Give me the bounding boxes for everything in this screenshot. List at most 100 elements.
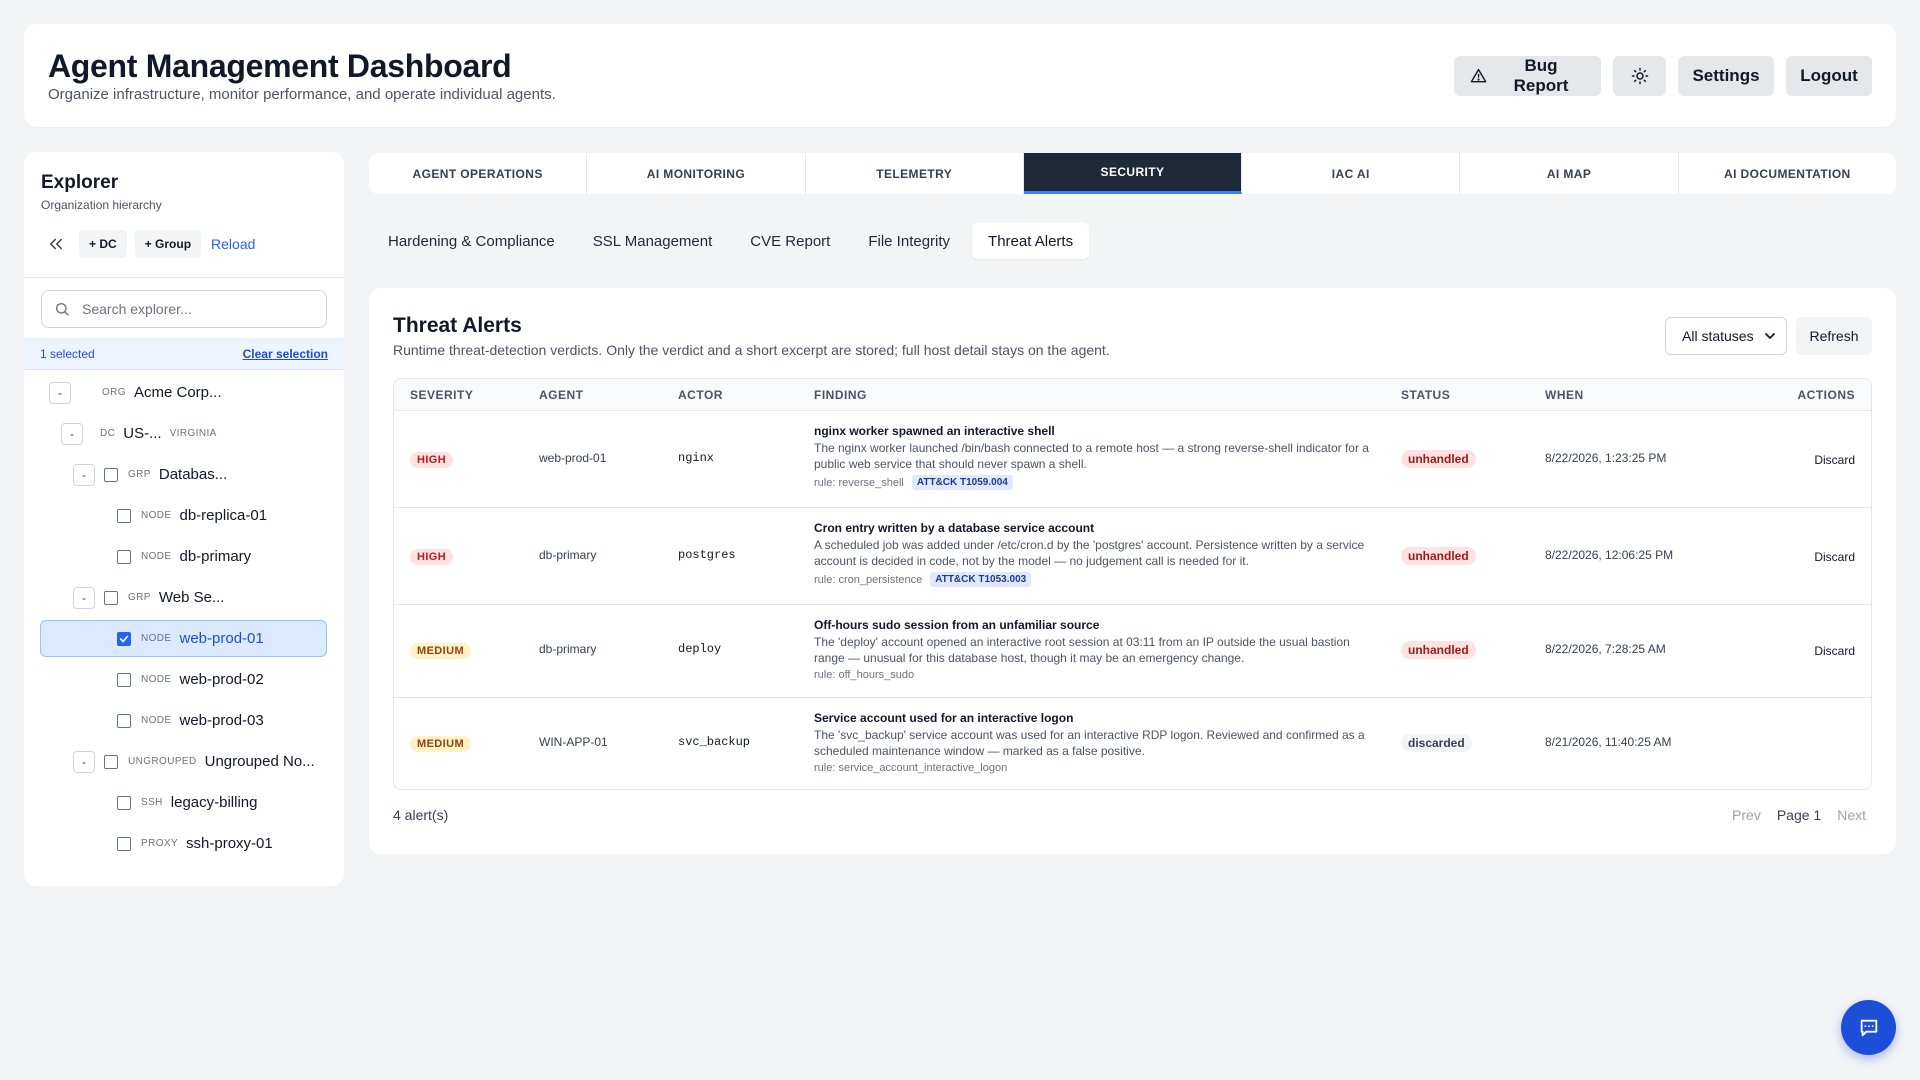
prev-page-button[interactable]: Prev — [1732, 807, 1761, 823]
table-row: MEDIUM WIN-APP-01 svc_backup Service acc… — [394, 698, 1871, 789]
when-cell: 8/22/2026, 1:23:25 PM — [1545, 451, 1667, 465]
finding-rule: rule: cron_persistence ATT&CK T1053.003 — [814, 572, 1374, 587]
discard-button[interactable]: Discard — [1814, 550, 1855, 564]
add-group-button[interactable]: + Group — [134, 230, 202, 258]
subtab-hardening-compliance[interactable]: Hardening & Compliance — [372, 223, 571, 259]
collapse-toggle[interactable]: - — [49, 381, 71, 404]
collapse-sidebar-button[interactable] — [41, 230, 71, 258]
selected-count: 1 selected — [40, 346, 95, 361]
tree-item-node[interactable]: NODE web-prod-03 — [40, 702, 327, 739]
column-header-when: WHEN — [1545, 388, 1584, 402]
tree-item-ungrouped[interactable]: - UNGROUPED Ungrouped No... — [40, 743, 327, 780]
column-header-actions: ACTIONS — [1797, 388, 1855, 402]
tree-item-name: web-prod-02 — [179, 671, 264, 688]
finding-cell: Cron entry written by a database service… — [814, 521, 1374, 587]
tab-ai-monitoring[interactable]: AI MONITORING — [587, 153, 806, 194]
actor-cell: postgres — [678, 548, 736, 562]
finding-cell: Off-hours sudo session from an unfamilia… — [814, 618, 1374, 681]
explorer-search[interactable] — [41, 290, 327, 328]
collapse-toggle[interactable]: - — [61, 422, 83, 445]
tree-checkbox[interactable] — [104, 590, 118, 605]
tree-checkbox[interactable] — [117, 795, 131, 810]
tree-item-name: db-primary — [179, 548, 252, 565]
double-chevron-left-icon — [50, 238, 62, 250]
subtab-file-integrity[interactable]: File Integrity — [852, 223, 966, 259]
page-title: Agent Management Dashboard — [48, 48, 512, 84]
attack-badge: ATT&CK T1053.003 — [930, 572, 1032, 587]
tree-checkbox[interactable] — [117, 508, 131, 523]
app-header: Agent Management Dashboard Organize infr… — [24, 24, 1896, 127]
severity-badge: HIGH — [410, 452, 454, 468]
severity-badge: MEDIUM — [410, 643, 472, 659]
refresh-button[interactable]: Refresh — [1796, 317, 1872, 355]
tab-ai-map[interactable]: AI MAP — [1460, 153, 1679, 194]
alerts-table: SEVERITY AGENT ACTOR FINDING STATUS WHEN… — [393, 378, 1872, 790]
severity-badge: HIGH — [410, 549, 454, 565]
collapse-toggle[interactable]: - — [73, 463, 95, 486]
tab-security[interactable]: SECURITY — [1023, 153, 1243, 194]
tree-item-group[interactable]: - GRP Databas... — [40, 456, 327, 493]
tree-item-name: Web Se... — [158, 589, 225, 606]
search-icon — [56, 303, 69, 316]
tree-type-label: NODE — [141, 674, 172, 685]
tree-type-label: ORG — [102, 387, 126, 398]
table-row: MEDIUM db-primary deploy Off-hours sudo … — [394, 605, 1871, 698]
tree-checkbox[interactable] — [117, 549, 131, 564]
status-filter-value: All statuses — [1682, 328, 1754, 344]
add-dc-button[interactable]: + DC — [79, 230, 127, 258]
tree-item-proxy[interactable]: PROXY ssh-proxy-01 — [40, 825, 327, 862]
warning-icon — [1470, 68, 1487, 83]
subtab-threat-alerts[interactable]: Threat Alerts — [972, 223, 1090, 259]
tree-item-dc[interactable]: - DC US-... VIRGINIA — [40, 415, 327, 452]
tree-checkbox[interactable] — [104, 467, 118, 482]
main-tabs: AGENT OPERATIONS AI MONITORING TELEMETRY… — [369, 153, 1896, 194]
finding-rule: rule: off_hours_sudo — [814, 669, 1374, 681]
tree-item-node[interactable]: NODE web-prod-02 — [40, 661, 327, 698]
theme-toggle-button[interactable] — [1613, 56, 1666, 96]
collapse-toggle[interactable]: - — [73, 750, 95, 773]
status-cell: unhandled — [1401, 450, 1476, 468]
next-page-button[interactable]: Next — [1837, 807, 1866, 823]
panel-title: Threat Alerts — [393, 314, 522, 337]
tree-checkbox[interactable] — [104, 754, 118, 769]
tab-telemetry[interactable]: TELEMETRY — [806, 153, 1024, 194]
clear-selection-link[interactable]: Clear selection — [243, 347, 328, 361]
discard-button[interactable]: Discard — [1814, 453, 1855, 467]
tree-checkbox[interactable] — [117, 713, 131, 728]
subtab-ssl-management[interactable]: SSL Management — [577, 223, 729, 259]
discard-button[interactable]: Discard — [1814, 644, 1855, 658]
chevron-down-icon — [1765, 333, 1775, 339]
tree-checkbox[interactable] — [117, 836, 131, 851]
tree-item-node[interactable]: NODE db-replica-01 — [40, 497, 327, 534]
tree-item-org[interactable]: - ORG Acme Corp... — [40, 374, 327, 411]
tree-type-label: NODE — [141, 633, 172, 644]
tree-type-label: NODE — [141, 715, 172, 726]
status-filter-select[interactable]: All statuses — [1665, 317, 1787, 355]
search-input[interactable] — [82, 301, 302, 317]
reload-link[interactable]: Reload — [211, 236, 255, 252]
logout-button[interactable]: Logout — [1786, 56, 1872, 96]
tree-item-name: ssh-proxy-01 — [186, 835, 273, 852]
subtab-cve-report[interactable]: CVE Report — [734, 223, 846, 259]
tree-item-node-selected[interactable]: NODE web-prod-01 — [40, 620, 327, 657]
chat-button[interactable] — [1841, 1000, 1896, 1055]
tab-agent-operations[interactable]: AGENT OPERATIONS — [369, 153, 588, 194]
tree-item-name: Ungrouped No... — [204, 753, 315, 770]
status-badge: unhandled — [1401, 450, 1476, 468]
tree-checkbox-checked[interactable] — [117, 631, 131, 646]
tree-checkbox[interactable] — [117, 672, 131, 687]
bug-report-button[interactable]: Bug Report — [1454, 56, 1601, 96]
tree-type-label: GRP — [128, 469, 151, 480]
collapse-toggle[interactable]: - — [73, 586, 95, 609]
dc-region-label: VIRGINIA — [169, 428, 217, 439]
tab-ai-documentation[interactable]: AI DOCUMENTATION — [1679, 153, 1896, 194]
tree-item-node[interactable]: NODE db-primary — [40, 538, 327, 575]
tree-item-name: Acme Corp... — [133, 384, 222, 401]
tree-item-ssh[interactable]: SSH legacy-billing — [40, 784, 327, 821]
tab-iac-ai[interactable]: IAC AI — [1242, 153, 1461, 194]
sun-icon — [1631, 67, 1648, 85]
settings-button[interactable]: Settings — [1678, 56, 1774, 96]
tree-item-name: web-prod-03 — [179, 712, 264, 729]
tree-item-group[interactable]: - GRP Web Se... — [40, 579, 327, 616]
when-cell: 8/22/2026, 7:28:25 AM — [1545, 642, 1666, 656]
